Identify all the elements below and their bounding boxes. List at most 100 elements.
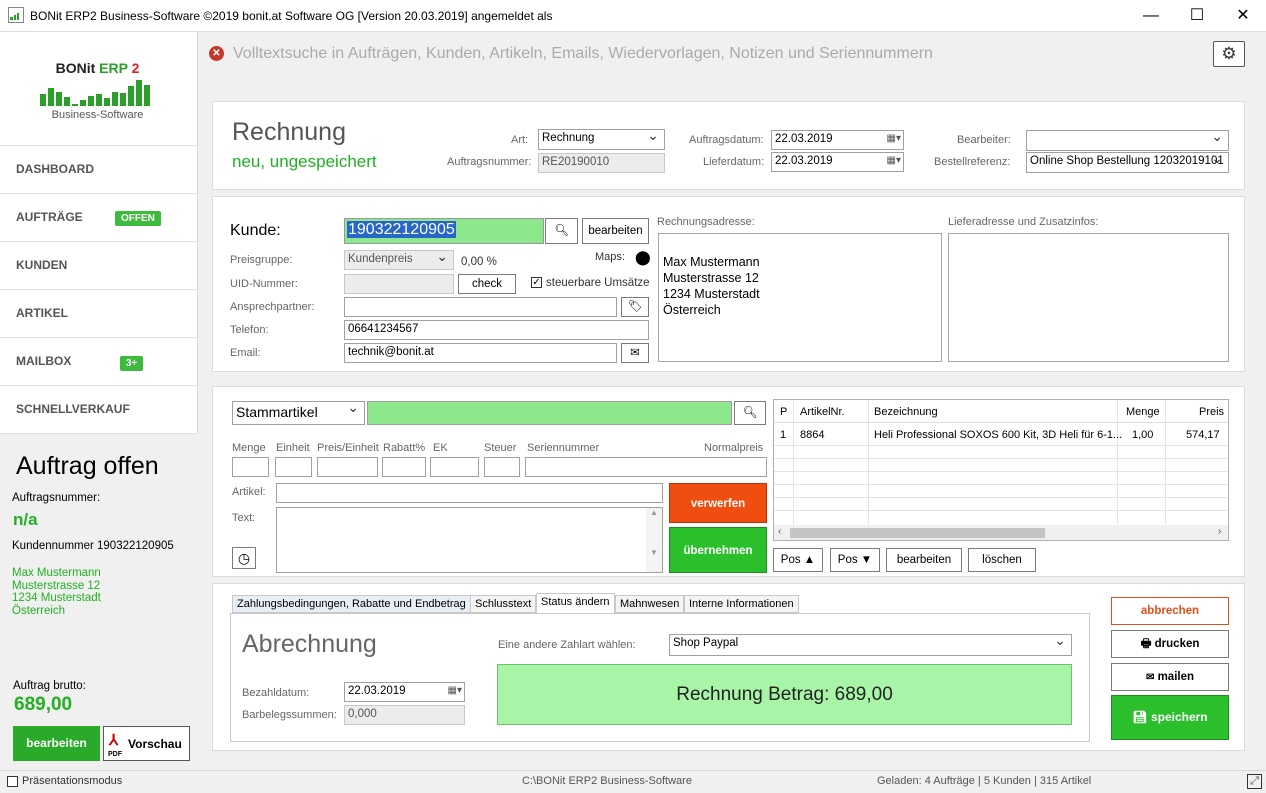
col-normalpreis: Normalpreis xyxy=(704,442,764,454)
close-button[interactable]: ✕ xyxy=(1220,0,1266,32)
offen-badge: OFFEN xyxy=(115,211,161,226)
col-preis: Preis/Einheit xyxy=(317,442,379,454)
send-email-button[interactable]: ✉ xyxy=(621,343,649,363)
order-number-label: Auftragsnummer: xyxy=(12,492,101,504)
text-scrollbar[interactable]: ▲ ▼ xyxy=(646,508,662,572)
positions-table[interactable]: P ArtikelNr. Bezeichnung Menge Preis 1 8… xyxy=(773,399,1229,541)
presentation-checkbox[interactable] xyxy=(7,776,18,787)
logo-bar xyxy=(88,96,94,106)
art-select[interactable]: Rechnung xyxy=(538,129,665,150)
mail-button[interactable]: ✉ mailen xyxy=(1111,663,1229,691)
taxable-label: steuerbare Umsätze xyxy=(546,277,650,289)
col-rabatt: Rabatt% xyxy=(383,442,426,454)
discard-button[interactable]: verwerfen xyxy=(669,483,767,523)
order-summary: Auftrag offen Auftragsnummer: n/a Kunden… xyxy=(0,433,198,770)
email-field[interactable]: technik@bonit.at xyxy=(344,343,617,363)
paydate-picker[interactable]: 22.03.2019 ▦▾ xyxy=(344,682,465,702)
tab-interne-informationen[interactable]: Interne Informationen xyxy=(684,595,799,613)
nav-mailbox[interactable]: MAILBOX 3+ xyxy=(0,337,198,385)
paymode-select[interactable]: Shop Paypal xyxy=(669,634,1072,656)
customer-search-button[interactable]: 🔍︎ xyxy=(545,218,578,244)
discount-field[interactable] xyxy=(382,457,426,477)
table-row[interactable]: 1 8864 Heli Professional SOXOS 600 Kit, … xyxy=(774,426,1228,444)
cell-menge: 1,00 xyxy=(1132,429,1154,441)
accept-button[interactable]: übernehmen xyxy=(669,527,767,573)
preview-button[interactable]: ⅄ PDF Vorschau xyxy=(103,726,190,761)
clear-search-icon[interactable]: ✕ xyxy=(209,46,224,61)
uid-field[interactable] xyxy=(344,274,454,294)
editor-select[interactable] xyxy=(1026,130,1229,151)
delivery-date-picker[interactable]: 22.03.2019 ▦▾ xyxy=(771,152,904,172)
address-line: 1234 Musterstadt xyxy=(12,592,101,604)
nav-dashboard[interactable]: DASHBOARD xyxy=(0,145,198,193)
tab-status-aendern[interactable]: Status ändern xyxy=(536,593,615,614)
price-group-select[interactable]: Kundenpreis xyxy=(344,250,454,270)
nav-artikel[interactable]: ARTIKEL xyxy=(0,289,198,337)
position-delete-button[interactable]: löschen xyxy=(968,548,1036,572)
tax-field[interactable] xyxy=(484,457,520,477)
ek-field[interactable] xyxy=(430,457,479,477)
save-button[interactable]: 💾︎ speichern xyxy=(1111,695,1229,740)
cash-field[interactable]: 0,000 xyxy=(344,705,465,725)
tag-icon: 🏷︎ xyxy=(627,301,643,313)
col-header-menge: Menge xyxy=(1126,406,1160,418)
unit-field[interactable] xyxy=(275,457,312,477)
print-button[interactable]: 🖶︎ drucken xyxy=(1111,630,1229,658)
article-search-input[interactable] xyxy=(367,401,732,425)
contact-field[interactable] xyxy=(344,297,617,317)
floppy-disk-icon: 💾︎ xyxy=(1132,710,1148,724)
logo-text-bonit: BONit xyxy=(55,60,96,76)
calendar-icon: ▦▾ xyxy=(886,155,901,166)
article-text-field[interactable]: ▲ ▼ xyxy=(276,507,663,573)
history-button[interactable]: ◷ xyxy=(232,547,256,569)
tab-zahlungsbedingungen[interactable]: Zahlungsbedingungen, Rabatte und Endbetr… xyxy=(232,595,471,613)
delivery-address-box[interactable] xyxy=(948,233,1229,362)
contact-tag-button[interactable]: 🏷︎ xyxy=(621,297,649,317)
col-ek: EK xyxy=(433,442,448,454)
article-name-field[interactable] xyxy=(276,483,663,503)
order-ref-select[interactable]: Online Shop Bestellung 12032019101 xyxy=(1026,152,1229,173)
tab-mahnwesen[interactable]: Mahnwesen xyxy=(615,595,685,613)
order-number-field[interactable]: RE20190010 xyxy=(538,153,665,173)
fullscreen-icon[interactable]: ⤢ xyxy=(1247,774,1262,789)
nav-schnellverkauf[interactable]: SCHNELLVERKAUF xyxy=(0,385,198,433)
maps-label: Maps: xyxy=(595,251,625,263)
cancel-button[interactable]: abbrechen xyxy=(1111,597,1229,625)
scroll-left-icon[interactable]: ‹ xyxy=(778,526,781,537)
customer-edit-button[interactable]: bearbeiten xyxy=(582,218,649,244)
map-pin-icon[interactable]: ⬤ xyxy=(635,249,651,266)
position-edit-button[interactable]: bearbeiten xyxy=(886,548,962,572)
nav-auftraege[interactable]: AUFTRÄGE OFFEN xyxy=(0,193,198,241)
scroll-right-icon[interactable]: › xyxy=(1218,526,1221,537)
cell-preis: 574,17 xyxy=(1186,429,1220,441)
scrollbar-thumb[interactable] xyxy=(790,528,1045,538)
billing-address-box[interactable]: Max Mustermann Musterstrasse 12 1234 Mus… xyxy=(658,233,942,362)
unit-price-field[interactable] xyxy=(317,457,378,477)
customer-id-input[interactable]: 190322120905 xyxy=(344,218,544,244)
horizontal-scrollbar[interactable]: ‹ › xyxy=(774,525,1228,540)
minimize-button[interactable]: — xyxy=(1128,0,1174,32)
phone-field[interactable]: 06641234567 xyxy=(344,320,649,340)
email-label: Email: xyxy=(230,347,261,359)
maximize-button[interactable]: ☐ xyxy=(1174,0,1220,32)
uid-check-button[interactable]: check xyxy=(458,274,516,294)
pos-down-button[interactable]: Pos ▼ xyxy=(830,548,880,572)
order-date-picker[interactable]: 22.03.2019 ▦▾ xyxy=(771,130,904,150)
search-input[interactable]: Volltextsuche in Aufträgen, Kunden, Arti… xyxy=(233,45,933,63)
article-search-button[interactable]: 🔍︎ xyxy=(734,401,766,425)
nav-label: MAILBOX xyxy=(16,354,72,368)
pos-up-button[interactable]: Pos ▲ xyxy=(773,548,823,572)
order-date-label: Auftragsdatum: xyxy=(689,134,764,146)
search-bar[interactable]: ✕ Volltextsuche in Aufträgen, Kunden, Ar… xyxy=(199,33,1266,77)
address-line: Österreich xyxy=(663,303,721,317)
side-edit-button[interactable]: bearbeiten xyxy=(13,726,100,761)
tab-schlusstext[interactable]: Schlusstext xyxy=(470,595,537,613)
qty-field[interactable] xyxy=(232,457,269,477)
settings-button[interactable]: ⚙ xyxy=(1213,41,1245,67)
nav-kunden[interactable]: KUNDEN xyxy=(0,241,198,289)
article-type-select[interactable]: Stammartikel xyxy=(232,401,365,425)
address-line: Musterstrasse 12 xyxy=(12,579,101,592)
logo-bars xyxy=(40,78,170,106)
taxable-checkbox[interactable]: ✓ xyxy=(531,277,542,288)
serial-field[interactable] xyxy=(525,457,767,477)
